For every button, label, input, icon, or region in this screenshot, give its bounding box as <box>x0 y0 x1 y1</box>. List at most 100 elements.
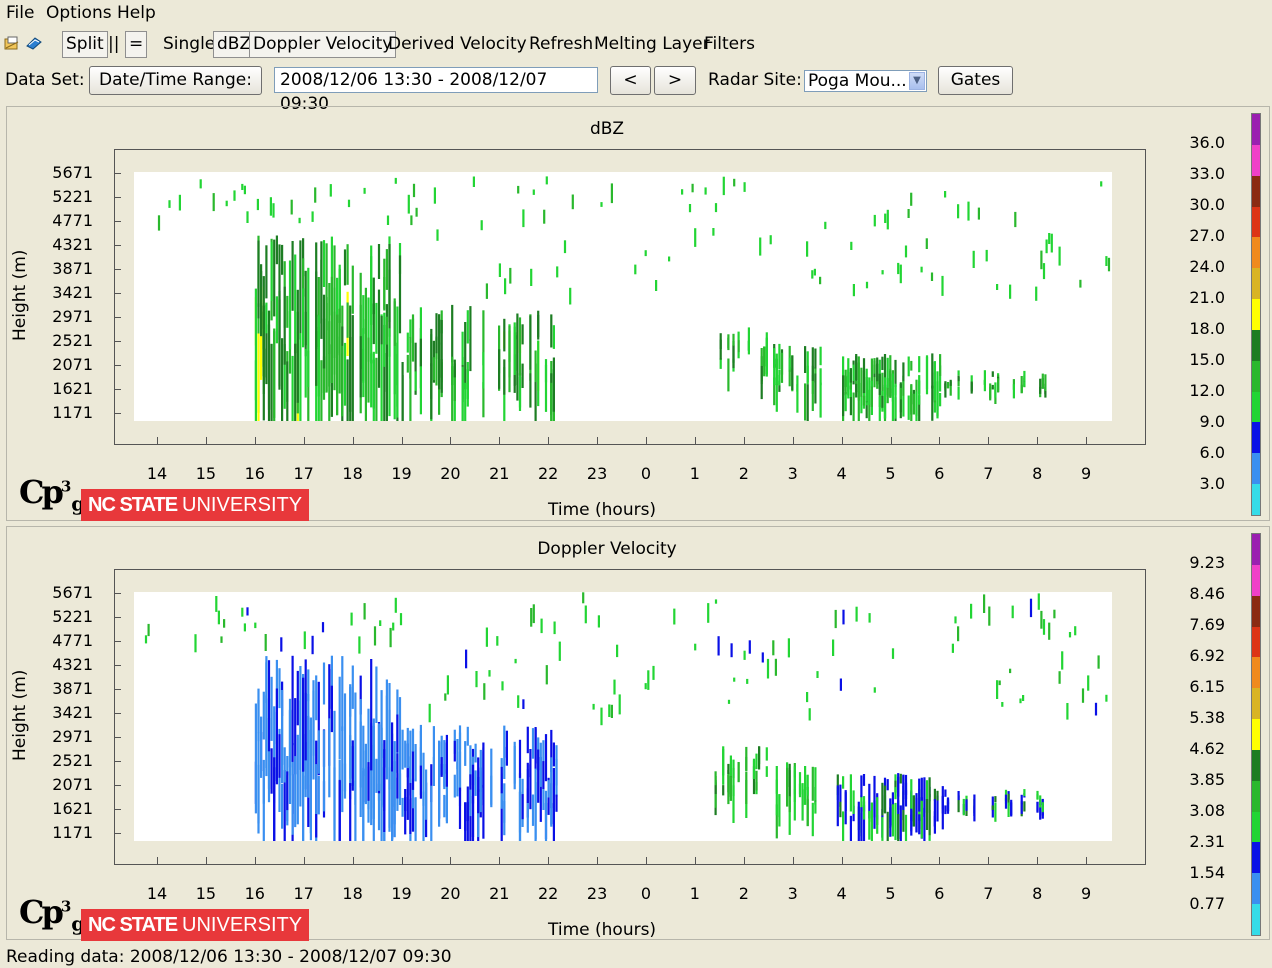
y-tick-label: 3421 <box>52 283 93 302</box>
echo-cluster <box>944 370 1047 404</box>
y-tick-mark <box>114 617 121 618</box>
menu-help[interactable]: Help <box>117 3 156 23</box>
x-tick-label: 5 <box>885 464 896 483</box>
menu-file[interactable]: File <box>6 3 34 23</box>
radar-plot-canvas[interactable] <box>134 172 1112 421</box>
y-tick-label: 2071 <box>52 355 93 374</box>
y-tick-mark <box>114 785 121 786</box>
x-tick-label: 20 <box>440 884 461 903</box>
x-tick-label: 18 <box>342 884 363 903</box>
equal-button[interactable]: = <box>125 31 148 58</box>
prev-button[interactable]: < <box>610 66 651 95</box>
legend-swatch <box>1252 719 1260 750</box>
y-axis-label: Height (m) <box>10 669 30 761</box>
doppler-velocity-button[interactable]: Doppler Velocity <box>249 31 397 58</box>
legend-swatch <box>1252 484 1260 515</box>
x-tick-label: 0 <box>640 464 652 483</box>
status-bar: Reading data: 2008/12/06 13:30 - 2008/12… <box>6 947 452 967</box>
echo-cluster <box>428 592 1108 726</box>
chevron-down-icon[interactable]: ▼ <box>909 72 925 90</box>
x-tick-label: 16 <box>244 884 265 903</box>
ncsu-logo-bold: NC STATE <box>88 494 178 516</box>
legend-swatch <box>1252 299 1260 330</box>
echo-cluster <box>433 176 1111 305</box>
x-tick-mark <box>1037 857 1039 865</box>
x-axis-label: Time (hours) <box>548 920 657 940</box>
x-tick-label: 2 <box>738 884 749 903</box>
y-tick-mark <box>114 293 121 294</box>
echo-cluster <box>254 655 402 841</box>
echo-cluster <box>719 327 768 400</box>
refresh-button[interactable]: Refresh <box>529 34 593 54</box>
single-button[interactable]: Single <box>163 34 215 54</box>
y-tick-label: 2971 <box>52 727 93 746</box>
book-icon[interactable] <box>26 36 42 50</box>
x-tick-label: 2 <box>738 464 749 483</box>
menu-options[interactable]: Options <box>46 3 112 23</box>
ncsu-logo: NC STATE UNIVERSITY <box>81 909 310 941</box>
gates-button[interactable]: Gates <box>938 66 1013 95</box>
legend-value: 24.0 <box>1189 257 1225 276</box>
y-tick-mark <box>114 221 121 222</box>
x-tick-mark <box>597 437 599 445</box>
x-tick-label: 22 <box>538 884 559 903</box>
legend-swatch <box>1252 175 1260 207</box>
echo-cluster <box>714 746 768 823</box>
open-folder-icon[interactable] <box>4 36 20 50</box>
x-tick-label: 8 <box>1032 884 1043 903</box>
cp3g-logo: Cp3g <box>19 893 85 935</box>
menu-bar: File Options Help <box>0 0 1272 26</box>
legend-value: 18.0 <box>1189 319 1225 338</box>
legend-value: 6.15 <box>1189 677 1225 696</box>
legend-value: 3.85 <box>1189 770 1225 789</box>
chart-title: Doppler Velocity <box>537 539 677 559</box>
x-tick-mark <box>401 437 403 445</box>
legend-value: 12.0 <box>1189 381 1225 400</box>
x-tick-label: 7 <box>983 464 994 483</box>
y-tick-label: 4321 <box>52 655 93 674</box>
legend-value: 21.0 <box>1189 288 1225 307</box>
x-tick-label: 1 <box>689 464 700 483</box>
legend-value: 3.0 <box>1199 474 1225 493</box>
ncsu-logo-bold: NC STATE <box>88 914 178 936</box>
echo-cluster <box>944 789 1044 822</box>
y-tick-mark <box>114 245 121 246</box>
x-tick-mark <box>1086 857 1088 865</box>
filters-button[interactable]: Filters <box>704 34 755 54</box>
legend-value: 6.0 <box>1199 443 1225 462</box>
parallel-button[interactable]: || <box>108 34 119 54</box>
radar-site-select[interactable]: Poga Mou... ▼ <box>804 70 927 92</box>
legend-value: 30.0 <box>1189 195 1225 214</box>
legend-swatch <box>1252 595 1260 627</box>
x-tick-mark <box>157 437 158 445</box>
split-button[interactable]: Split <box>62 31 108 58</box>
y-tick-mark <box>114 317 121 318</box>
y-tick-mark <box>114 761 121 762</box>
y-tick-mark <box>114 809 121 810</box>
radar-plot-canvas[interactable] <box>134 592 1112 841</box>
legend-value: 9.23 <box>1189 553 1225 572</box>
x-tick-mark <box>303 437 305 445</box>
x-tick-mark <box>988 437 990 445</box>
melting-layer-button[interactable]: Melting Layer <box>594 34 710 54</box>
color-legend <box>1251 113 1261 516</box>
legend-value: 1.54 <box>1189 863 1225 882</box>
dbz-panel: dBZ 5671 5221 4771 4321 3871 3421 2971 2521 2071 1… <box>6 106 1270 521</box>
echo-cluster <box>401 304 555 421</box>
x-tick-label: 7 <box>983 884 994 903</box>
x-tick-mark <box>450 857 452 865</box>
chart-title: dBZ <box>589 119 625 139</box>
y-tick-mark <box>114 389 121 390</box>
x-tick-label: 23 <box>586 464 608 483</box>
x-tick-mark <box>1086 437 1088 445</box>
x-tick-mark <box>646 437 647 445</box>
echo-cluster <box>401 724 558 841</box>
date-time-range-button[interactable]: Date/Time Range: <box>89 66 262 95</box>
x-tick-label: 3 <box>787 884 798 903</box>
x-tick-mark <box>1037 437 1039 445</box>
next-button[interactable]: > <box>654 66 696 95</box>
derived-velocity-button[interactable]: Derived Velocity <box>388 34 527 54</box>
y-tick-mark <box>114 665 121 666</box>
date-range-field[interactable]: 2008/12/06 13:30 - 2008/12/07 09:30 <box>274 67 598 114</box>
y-tick-mark <box>114 737 121 738</box>
